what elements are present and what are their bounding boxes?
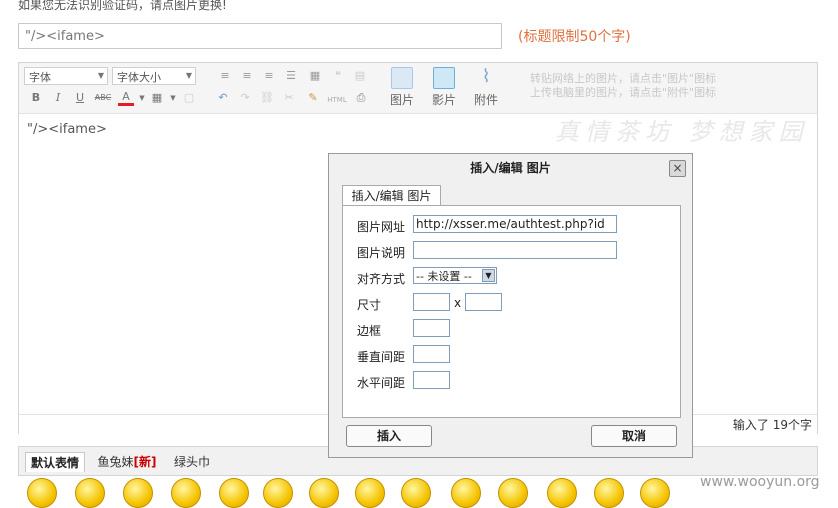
close-icon[interactable]: ×: [669, 160, 686, 177]
attachment-button[interactable]: ⌇ 附件: [469, 67, 503, 108]
paperclip-icon: ⌇: [481, 66, 491, 87]
font-family-select[interactable]: 字体 ▼: [24, 67, 108, 85]
border-input[interactable]: [413, 319, 450, 337]
smiley-icon[interactable]: [123, 478, 153, 508]
size-separator: x: [454, 296, 462, 310]
tab-default-emoji[interactable]: 默认表情: [25, 452, 85, 472]
image-icon: [391, 67, 413, 89]
hspace-label: 水平间距: [357, 376, 406, 390]
insert-button[interactable]: 插入: [346, 425, 432, 447]
hspace-input[interactable]: [413, 371, 450, 389]
smiley-icon[interactable]: [640, 478, 670, 508]
dialog-form-panel: 图片网址 http://xsser.me/authtest.php?id 图片说…: [342, 205, 681, 418]
background-color-icon[interactable]: ▦: [149, 90, 165, 106]
title-input[interactable]: "/><ifame>: [18, 23, 502, 49]
align-right-icon[interactable]: ≡: [261, 68, 277, 84]
redo-icon[interactable]: ↷: [237, 90, 253, 106]
height-input[interactable]: [465, 293, 502, 311]
border-label: 边框: [357, 324, 382, 338]
url-label: 图片网址: [357, 220, 406, 234]
chevron-down-icon: ▼: [482, 269, 495, 282]
tab-fish-emoji[interactable]: 鱼兔妹[新]: [91, 452, 163, 472]
table-icon[interactable]: ▦: [307, 68, 323, 84]
font-color-button[interactable]: A: [118, 90, 134, 106]
tab-insert-image[interactable]: 插入/编辑 图片: [342, 185, 441, 207]
font-size-select[interactable]: 字体大小 ▼: [112, 67, 196, 85]
smiley-icon[interactable]: [451, 478, 481, 508]
smiley-icon[interactable]: [75, 478, 105, 508]
align-select[interactable]: -- 未设置 -- ▼: [413, 267, 497, 284]
smiley-icon[interactable]: [309, 478, 339, 508]
italic-button[interactable]: I: [50, 90, 66, 106]
chevron-down-icon[interactable]: ▼: [165, 90, 181, 106]
toolbar-hint: 转贴网络上的图片，请点击"图片"图标 上传电脑里的图片，请点击"附件"图标: [530, 72, 717, 99]
film-icon: [433, 67, 455, 89]
smiley-icon[interactable]: [594, 478, 624, 508]
chevron-down-icon: ▼: [97, 71, 104, 80]
image-url-input[interactable]: http://xsser.me/authtest.php?id: [413, 215, 617, 233]
brush-icon[interactable]: ✎: [305, 90, 321, 106]
char-count: 输入了 19个字: [732, 418, 812, 432]
captcha-tip: 如果您无法识别验证码，请点图片更换!: [18, 0, 227, 12]
html-button[interactable]: HTML: [325, 92, 349, 108]
insert-image-dialog: 插入/编辑 图片 × 插入/编辑 图片 图片网址 http://xsser.me…: [328, 153, 693, 458]
vspace-label: 垂直间距: [357, 350, 406, 364]
source-watermark: www.wooyun.org: [700, 474, 820, 490]
width-input[interactable]: [413, 293, 450, 311]
unlink-icon[interactable]: ✂: [281, 90, 297, 106]
link-icon[interactable]: ⛓: [259, 90, 275, 106]
insert-image-button[interactable]: 图片: [385, 67, 419, 108]
chevron-down-icon: ▼: [185, 71, 192, 80]
align-label: 对齐方式: [357, 272, 406, 286]
smiley-icon[interactable]: [355, 478, 385, 508]
remove-format-icon[interactable]: ▢: [181, 90, 197, 106]
smiley-icon[interactable]: [263, 478, 293, 508]
quote-icon[interactable]: ❝: [330, 68, 346, 84]
smiley-icon[interactable]: [498, 478, 528, 508]
smiley-icon[interactable]: [401, 478, 431, 508]
image-desc-input[interactable]: [413, 241, 617, 259]
underline-button[interactable]: U: [72, 90, 88, 106]
size-label: 尺寸: [357, 298, 382, 312]
align-left-icon[interactable]: ≡: [217, 68, 233, 84]
desc-label: 图片说明: [357, 246, 406, 260]
insert-video-button[interactable]: 影片: [427, 67, 461, 108]
chevron-down-icon[interactable]: ▼: [134, 90, 150, 106]
align-center-icon[interactable]: ≡: [239, 68, 255, 84]
preview-icon[interactable]: ⎙: [353, 90, 369, 106]
editor-content[interactable]: "/><ifame>: [27, 122, 107, 137]
undo-icon[interactable]: ↶: [215, 90, 231, 106]
cancel-button[interactable]: 取消: [591, 425, 677, 447]
smiley-icon[interactable]: [219, 478, 249, 508]
tab-turtle-emoji[interactable]: 绿头巾: [167, 452, 217, 472]
bold-button[interactable]: B: [28, 90, 44, 106]
smiley-icon[interactable]: [171, 478, 201, 508]
ordered-list-icon[interactable]: ☰: [283, 68, 299, 84]
smiley-icon[interactable]: [27, 478, 57, 508]
strikethrough-button[interactable]: ABC: [92, 90, 114, 106]
smiley-icon[interactable]: [547, 478, 577, 508]
vspace-input[interactable]: [413, 345, 450, 363]
editor-watermark: 真情茶坊 梦想家园: [555, 118, 809, 146]
dialog-title: 插入/编辑 图片: [470, 161, 551, 175]
code-icon[interactable]: ▤: [352, 68, 368, 84]
title-limit-hint: (标题限制50个字): [518, 29, 631, 45]
